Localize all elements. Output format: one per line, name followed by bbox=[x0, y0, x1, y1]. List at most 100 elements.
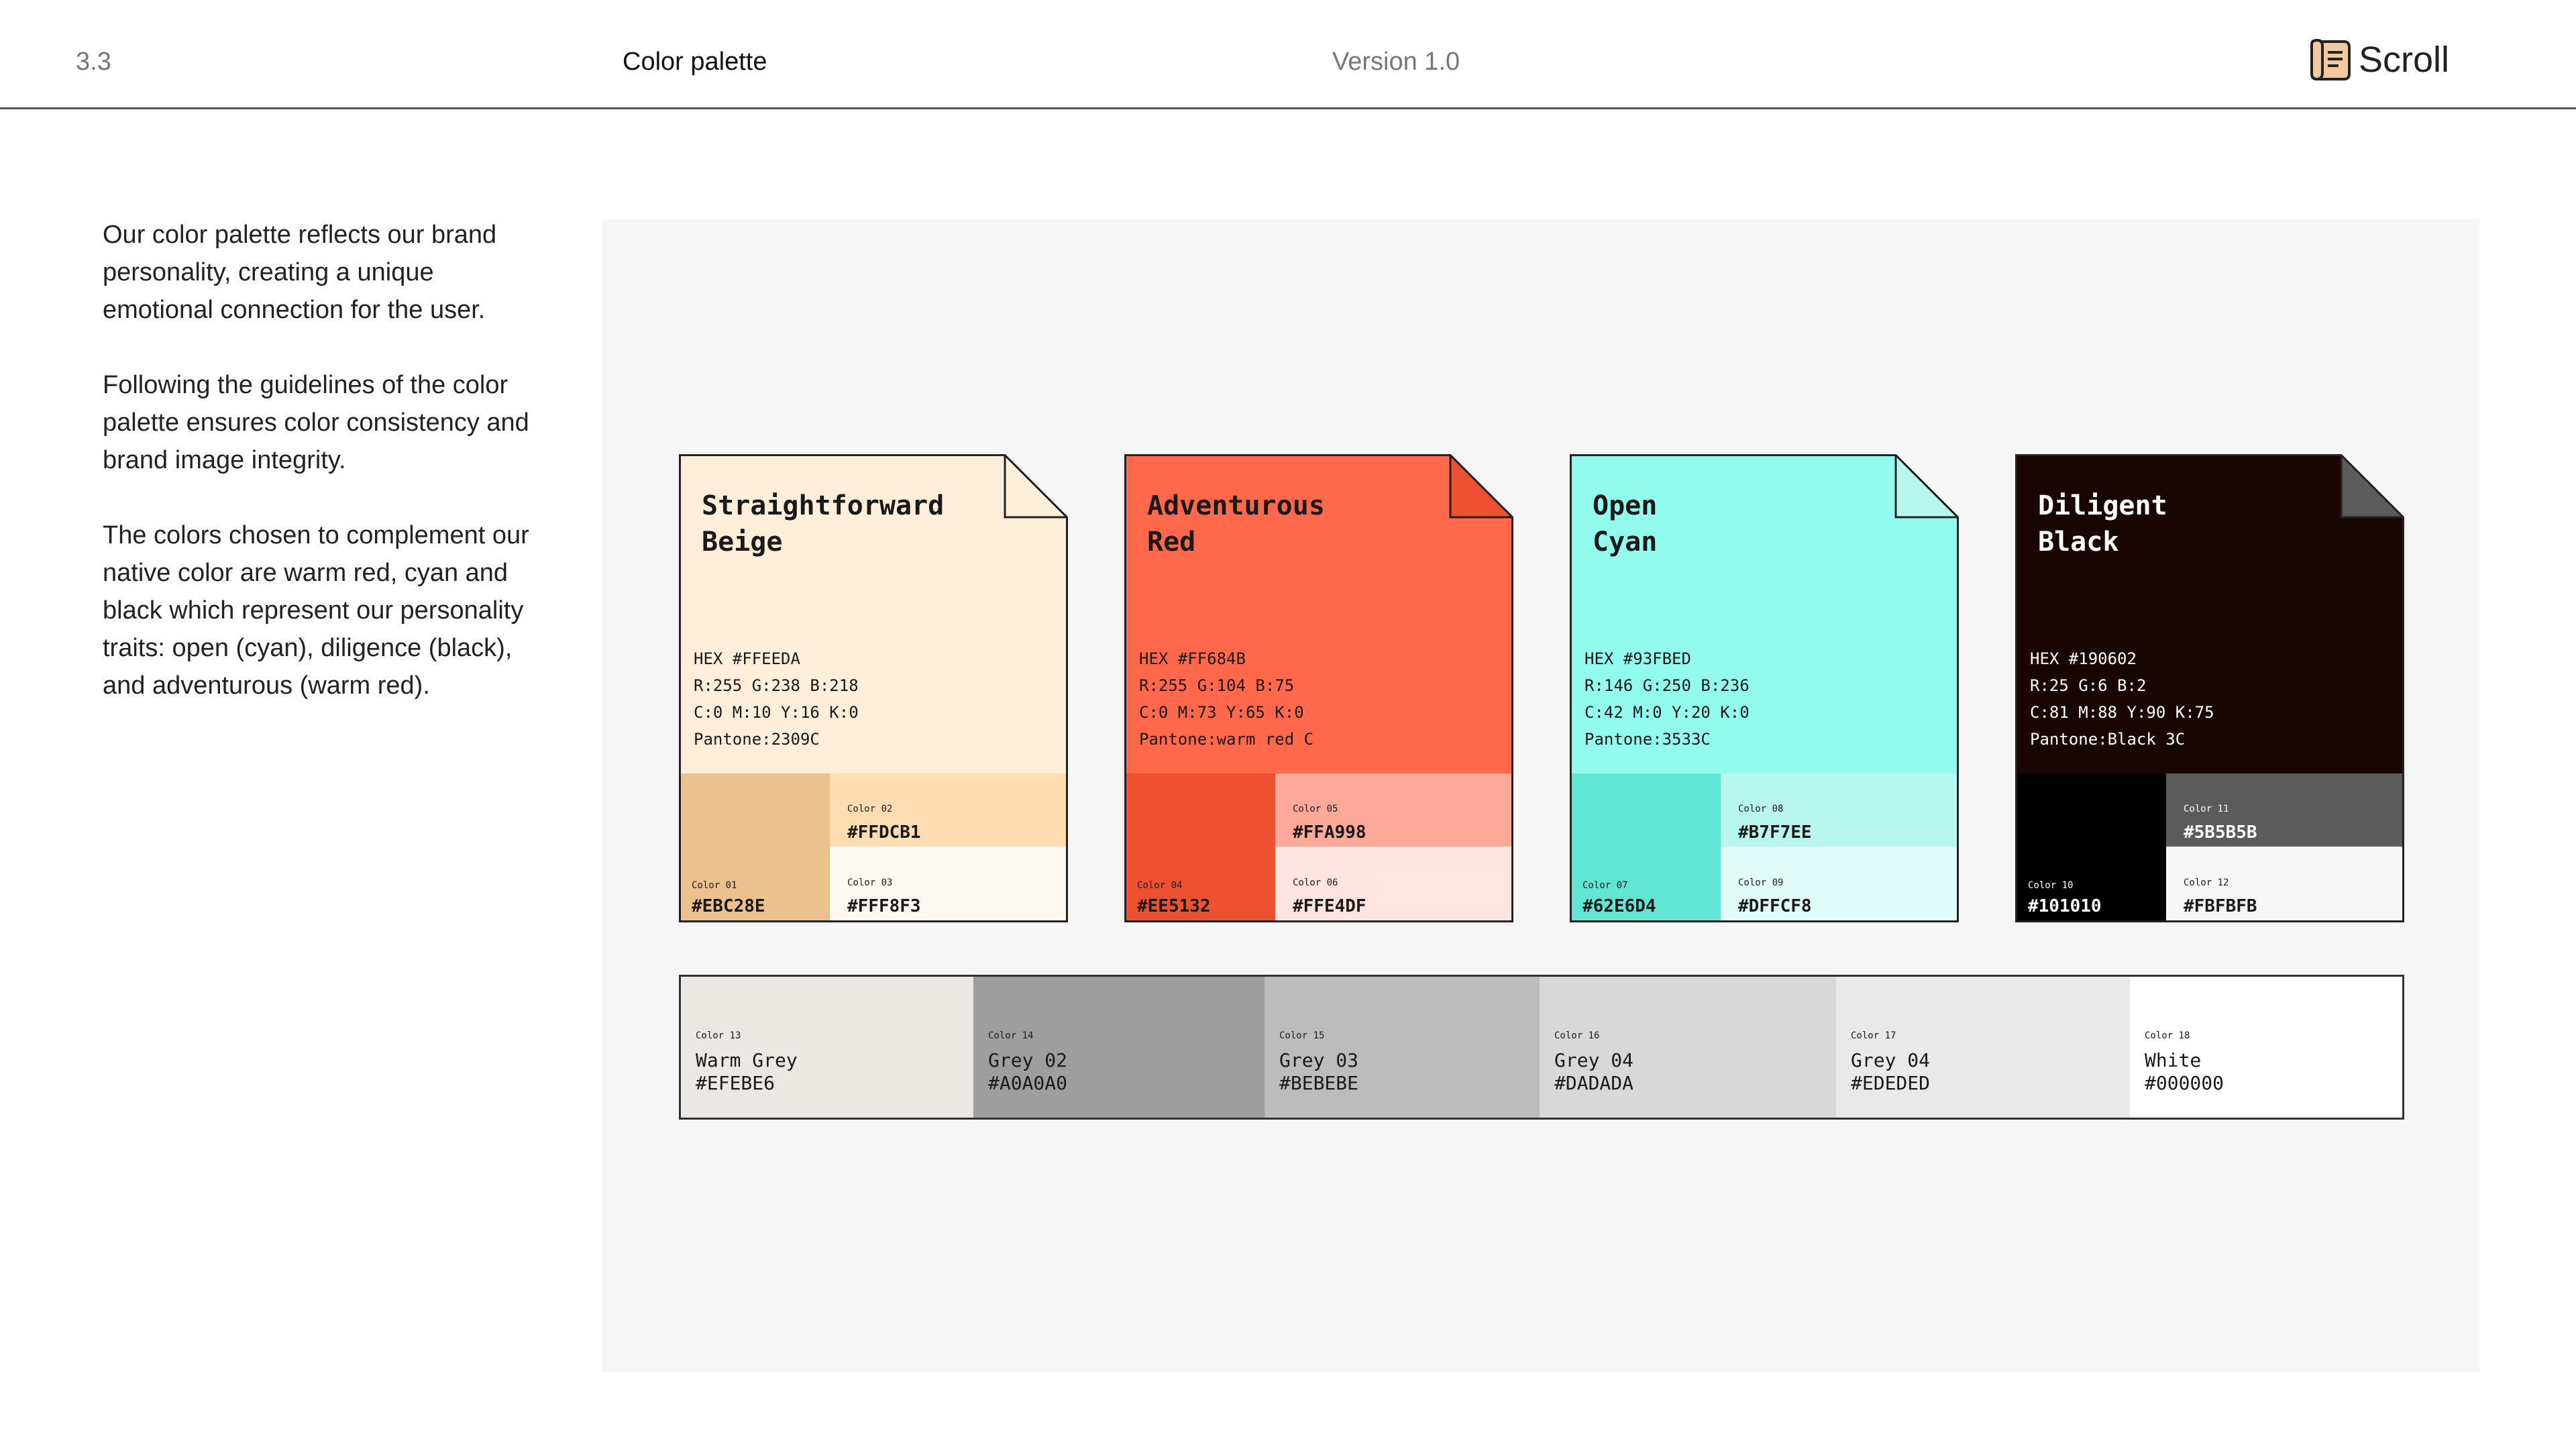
rgb-value: R:25 G:6 B:2 bbox=[2030, 676, 2147, 695]
color-name: Diligent Black bbox=[2038, 488, 2167, 560]
swatch-hex: #000000 bbox=[2145, 1072, 2224, 1094]
neutral-swatch: Color 17 Grey 04 #EDEDED bbox=[1836, 977, 2130, 1118]
hex-value: HEX #FFEEDA bbox=[694, 649, 800, 668]
swatch-label: Color 16 bbox=[1554, 1030, 1600, 1041]
hex-value: HEX #FF684B bbox=[1139, 649, 1246, 668]
color-card-beige: Straightforward Beige HEX #FFEEDA R:255 … bbox=[679, 454, 1068, 922]
swatch-label: Color 15 bbox=[1279, 1030, 1325, 1041]
swatch-hex: #EE5132 bbox=[1137, 896, 1211, 916]
swatch-label: Color 11 bbox=[2184, 804, 2229, 814]
color-name-line: Diligent bbox=[2038, 490, 2167, 521]
swatch-label: Color 14 bbox=[988, 1030, 1034, 1041]
swatch-label: Color 09 bbox=[1738, 877, 1784, 888]
color-specs: HEX #190602 R:25 G:6 B:2 C:81 M:88 Y:90 … bbox=[2030, 645, 2214, 753]
cmyk-value: C:0 M:10 Y:16 K:0 bbox=[694, 703, 859, 722]
color-specs: HEX #93FBED R:146 G:250 B:236 C:42 M:0 Y… bbox=[1585, 645, 1750, 753]
swatch-hex: #A0A0A0 bbox=[988, 1072, 1068, 1094]
swatch-label: Color 18 bbox=[2145, 1030, 2190, 1041]
page-fold-corner bbox=[1894, 454, 1959, 519]
hex-value: HEX #93FBED bbox=[1585, 649, 1691, 668]
color-name-line: Red bbox=[1147, 527, 1196, 557]
swatch-hex: #DADADA bbox=[1554, 1072, 1634, 1094]
swatch-name: Grey 04 bbox=[1851, 1049, 1931, 1071]
intro-paragraph: Our color palette reflects our brand per… bbox=[103, 221, 497, 324]
intro-paragraph: Following the guidelines of the color pa… bbox=[103, 371, 529, 474]
version-label: Version 1.0 bbox=[1332, 48, 1460, 76]
swatch-label: Color 06 bbox=[1293, 877, 1338, 888]
page-title: Color palette bbox=[623, 48, 767, 76]
color-name: Open Cyan bbox=[1593, 488, 1657, 560]
swatch-name: Grey 02 bbox=[988, 1049, 1068, 1071]
swatch-hex: #5B5B5B bbox=[2184, 822, 2257, 843]
swatch-hex: #EBC28E bbox=[692, 896, 765, 916]
pantone-value: Pantone:2309C bbox=[694, 730, 820, 749]
color-name: Straightforward Beige bbox=[702, 488, 944, 560]
swatch-label: Color 05 bbox=[1293, 804, 1338, 814]
color-name: Adventurous Red bbox=[1147, 488, 1325, 560]
logo-text: Scroll bbox=[2359, 40, 2450, 80]
color-name-line: Black bbox=[2038, 527, 2119, 557]
swatch-name: Grey 03 bbox=[1279, 1049, 1359, 1071]
neutral-colors-strip: Color 13 Warm Grey #EFEBE6 Color 14 Grey… bbox=[679, 975, 2404, 1120]
color-swatch: Color 04 #EE5132 bbox=[1126, 773, 1275, 920]
color-swatch: Color 09 #DFFCF8 bbox=[1721, 847, 1957, 920]
color-swatch: Color 12 #FBFBFB bbox=[2166, 847, 2402, 920]
color-specs: HEX #FF684B R:255 G:104 B:75 C:0 M:73 Y:… bbox=[1139, 645, 1313, 753]
swatch-hex: #BEBEBE bbox=[1279, 1072, 1359, 1094]
color-name-line: Straightforward bbox=[702, 490, 945, 521]
color-swatch: Color 07 #62E6D4 bbox=[1572, 773, 1721, 920]
swatch-label: Color 12 bbox=[2184, 877, 2229, 888]
swatch-hex: #FFE4DF bbox=[1293, 896, 1366, 916]
color-name-line: Cyan bbox=[1593, 527, 1658, 557]
cmyk-value: C:0 M:73 Y:65 K:0 bbox=[1139, 703, 1304, 722]
swatch-hex: #FFDCB1 bbox=[847, 822, 921, 843]
swatch-label: Color 02 bbox=[847, 804, 893, 814]
color-swatch: Color 10 #101010 bbox=[2017, 773, 2166, 920]
rgb-value: R:255 G:238 B:218 bbox=[694, 676, 859, 695]
swatch-hex: #FFF8F3 bbox=[847, 896, 921, 916]
swatch-label: Color 08 bbox=[1738, 804, 1784, 814]
swatch-name: Grey 04 bbox=[1554, 1049, 1634, 1071]
swatch-hex: #101010 bbox=[2028, 896, 2102, 916]
brand-logo: Scroll bbox=[2309, 36, 2449, 83]
swatch-name: White bbox=[2145, 1049, 2202, 1071]
color-swatch: Color 06 #FFE4DF bbox=[1275, 847, 1511, 920]
swatch-hex: #DFFCF8 bbox=[1738, 896, 1812, 916]
color-name-line: Beige bbox=[702, 527, 783, 557]
color-card-black: Diligent Black HEX #190602 R:25 G:6 B:2 … bbox=[2015, 454, 2404, 922]
neutral-swatch: Color 16 Grey 04 #DADADA bbox=[1540, 977, 1836, 1118]
cmyk-value: C:42 M:0 Y:20 K:0 bbox=[1585, 703, 1750, 722]
scroll-icon bbox=[2310, 38, 2351, 81]
swatch-label: Color 17 bbox=[1851, 1030, 1896, 1041]
color-specs: HEX #FFEEDA R:255 G:238 B:218 C:0 M:10 Y… bbox=[694, 645, 859, 753]
page-fold-corner bbox=[1004, 454, 1068, 519]
swatch-hex: #B7F7EE bbox=[1738, 822, 1812, 843]
color-swatch: Color 08 #B7F7EE bbox=[1721, 773, 1957, 847]
swatch-hex: #EFEBE6 bbox=[696, 1072, 775, 1094]
swatch-label: Color 10 bbox=[2028, 880, 2074, 891]
color-swatch: Color 05 #FFA998 bbox=[1275, 773, 1511, 847]
page-fold-corner bbox=[1449, 454, 1513, 519]
color-swatch: Color 11 #5B5B5B bbox=[2166, 773, 2402, 847]
intro-paragraph: The colors chosen to complement our nati… bbox=[103, 521, 529, 700]
swatch-hex: #FFA998 bbox=[1293, 822, 1366, 843]
color-card-cyan: Open Cyan HEX #93FBED R:146 G:250 B:236 … bbox=[1570, 454, 1959, 922]
color-swatch: Color 02 #FFDCB1 bbox=[830, 773, 1066, 847]
rgb-value: R:146 G:250 B:236 bbox=[1585, 676, 1750, 695]
swatch-label: Color 13 bbox=[696, 1030, 741, 1041]
intro-text: Our color palette reflects our brand per… bbox=[103, 216, 539, 742]
neutral-swatch: Color 14 Grey 02 #A0A0A0 bbox=[973, 977, 1265, 1118]
rgb-value: R:255 G:104 B:75 bbox=[1139, 676, 1295, 695]
neutral-swatch: Color 18 White #000000 bbox=[2130, 977, 2402, 1118]
neutral-swatch: Color 13 Warm Grey #EFEBE6 bbox=[681, 977, 973, 1118]
swatch-label: Color 07 bbox=[1582, 880, 1628, 891]
color-swatch: Color 03 #FFF8F3 bbox=[830, 847, 1066, 920]
pantone-value: Pantone:warm red C bbox=[1139, 730, 1314, 749]
swatch-hex: #62E6D4 bbox=[1582, 896, 1656, 916]
cmyk-value: C:81 M:88 Y:90 K:75 bbox=[2030, 703, 2214, 722]
color-name-line: Open bbox=[1593, 490, 1658, 521]
page-header: 3.3 Color palette Version 1.0 Scroll bbox=[0, 0, 2576, 109]
section-number: 3.3 bbox=[76, 48, 111, 76]
page-fold-corner bbox=[2340, 454, 2404, 519]
color-card-red: Adventurous Red HEX #FF684B R:255 G:104 … bbox=[1124, 454, 1513, 922]
